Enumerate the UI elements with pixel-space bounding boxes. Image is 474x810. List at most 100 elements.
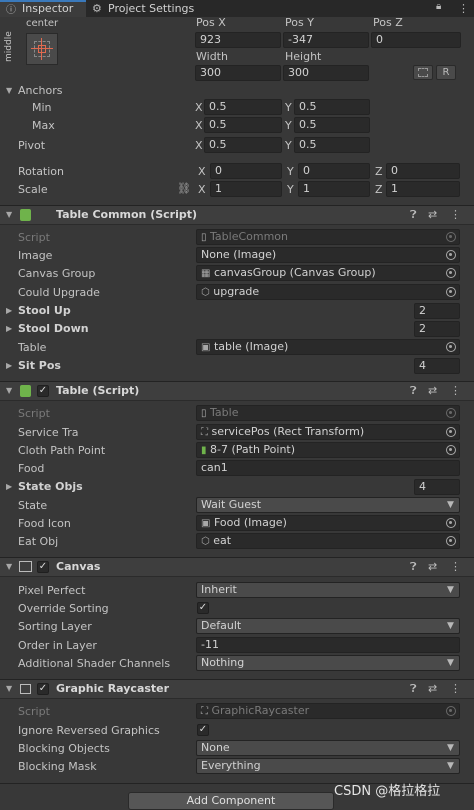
link-icon[interactable]: ⛓ xyxy=(177,182,191,195)
ts-state-value: Wait Guest xyxy=(201,498,262,511)
tc-canvas-group-field[interactable]: ▦ canvasGroup (Canvas Group) xyxy=(196,265,460,281)
tc-sit-pos-label[interactable]: Sit Pos xyxy=(18,359,61,373)
anchors-min-x-field[interactable]: 0.5 xyxy=(204,99,282,115)
posx-field[interactable]: 923 xyxy=(195,32,281,48)
canvas-enabled-checkbox[interactable]: ✓ xyxy=(37,561,49,573)
scale-z-field[interactable]: 1 xyxy=(386,181,460,197)
ts-script-value: Table xyxy=(210,406,239,419)
gr-blocking-objects-dropdown[interactable]: None ▼ xyxy=(196,740,460,756)
pivot-x-field[interactable]: 0.5 xyxy=(204,137,282,153)
preset-icon[interactable]: ⇄ xyxy=(428,680,437,698)
preset-icon[interactable]: ⇄ xyxy=(428,206,437,224)
ts-state-objs-label[interactable]: State Objs xyxy=(18,480,83,494)
object-picker-icon[interactable] xyxy=(446,408,456,418)
ts-script-field: ▯ Table xyxy=(196,405,460,421)
object-picker-icon[interactable] xyxy=(446,706,456,716)
ts-cloth-field[interactable]: ▮ 8-7 (Path Point) xyxy=(196,442,460,458)
state-objs-foldout-arrow[interactable]: ▶ xyxy=(6,480,12,494)
tab-inspector[interactable]: ⓘ Inspector xyxy=(0,0,86,17)
raw-edit-button[interactable]: R xyxy=(436,65,456,80)
object-picker-icon[interactable] xyxy=(446,445,456,455)
table-common-foldout-arrow[interactable]: ▼ xyxy=(6,208,12,222)
component-menu-icon[interactable]: ⋮ xyxy=(450,206,461,224)
tc-stool-down-size[interactable]: 2 xyxy=(414,321,460,337)
sit-pos-foldout-arrow[interactable]: ▶ xyxy=(6,359,12,373)
pivot-y-field[interactable]: 0.5 xyxy=(294,137,370,153)
object-picker-icon[interactable] xyxy=(446,287,456,297)
anchors-min-y-field[interactable]: 0.5 xyxy=(294,99,370,115)
raycaster-foldout-arrow[interactable]: ▼ xyxy=(6,682,12,696)
help-icon[interactable]: ❓︎ xyxy=(410,558,417,576)
more-menu-icon[interactable]: ⋮ xyxy=(458,0,469,17)
help-icon[interactable]: ❓︎ xyxy=(410,206,417,224)
object-picker-icon[interactable] xyxy=(446,232,456,242)
canvas-header[interactable]: ▼ ✓ Canvas ❓︎ ⇄ ⋮ xyxy=(0,557,474,577)
tc-table-field[interactable]: ▣ table (Image) xyxy=(196,339,460,355)
canvas-foldout-arrow[interactable]: ▼ xyxy=(6,560,12,574)
blueprint-mode-button[interactable] xyxy=(413,65,433,80)
preset-icon[interactable]: ⇄ xyxy=(428,558,437,576)
cv-sorting-layer-dropdown[interactable]: Default ▼ xyxy=(196,618,460,634)
anchor-preset-button[interactable] xyxy=(26,33,58,65)
scale-y-field[interactable]: 1 xyxy=(298,181,370,197)
posy-field[interactable]: -347 xyxy=(283,32,369,48)
cv-override-sorting-checkbox[interactable]: ✓ xyxy=(197,602,209,614)
scale-x-field[interactable]: 1 xyxy=(210,181,282,197)
stool-up-foldout-arrow[interactable]: ▶ xyxy=(6,304,12,318)
object-picker-icon[interactable] xyxy=(446,427,456,437)
tc-script-label: Script xyxy=(18,231,50,244)
raycaster-enabled-checkbox[interactable]: ✓ xyxy=(37,683,49,695)
object-picker-icon[interactable] xyxy=(446,250,456,260)
tab-project-settings[interactable]: ⚙ Project Settings xyxy=(92,0,202,17)
ts-food-icon-field[interactable]: ▣ Food (Image) xyxy=(196,515,460,531)
ts-service-field[interactable]: ⛶ servicePos (Rect Transform) xyxy=(196,424,460,440)
stool-down-foldout-arrow[interactable]: ▶ xyxy=(6,322,12,336)
object-picker-icon[interactable] xyxy=(446,536,456,546)
object-picker-icon[interactable] xyxy=(446,518,456,528)
rotation-x-field[interactable]: 0 xyxy=(210,163,282,179)
add-component-button[interactable]: Add Component xyxy=(128,792,334,810)
script-file-icon: ▯ xyxy=(201,408,207,419)
ts-state-objs-size[interactable]: 4 xyxy=(414,479,460,495)
tc-stool-up-label[interactable]: Stool Up xyxy=(18,304,71,318)
table-script-enabled-checkbox[interactable]: ✓ xyxy=(37,385,49,397)
anchors-max-x-field[interactable]: 0.5 xyxy=(204,117,282,133)
cv-order-field[interactable]: -11 xyxy=(196,637,460,653)
ts-eat-obj-field[interactable]: ⬡ eat xyxy=(196,533,460,549)
table-script-foldout-arrow[interactable]: ▼ xyxy=(6,384,12,398)
image-icon: ▣ xyxy=(201,342,211,353)
component-menu-icon[interactable]: ⋮ xyxy=(450,382,461,400)
help-icon[interactable]: ❓︎ xyxy=(410,680,417,698)
tc-image-field[interactable]: None (Image) xyxy=(196,247,460,263)
posz-field[interactable]: 0 xyxy=(371,32,461,48)
tc-could-upgrade-field[interactable]: ⬡ upgrade xyxy=(196,284,460,300)
gr-blocking-mask-dropdown[interactable]: Everything ▼ xyxy=(196,758,460,774)
tc-stool-up-size[interactable]: 2 xyxy=(414,303,460,319)
cv-shader-channels-dropdown[interactable]: Nothing ▼ xyxy=(196,655,460,671)
component-menu-icon[interactable]: ⋮ xyxy=(450,558,461,576)
table-script-header[interactable]: ▼ ✓ Table (Script) ❓︎ ⇄ ⋮ xyxy=(0,381,474,401)
preset-icon[interactable]: ⇄ xyxy=(428,382,437,400)
ts-food-field[interactable]: can1 xyxy=(196,460,460,476)
rotation-y-field[interactable]: 0 xyxy=(298,163,370,179)
gr-ignore-reversed-checkbox[interactable]: ✓ xyxy=(197,724,209,736)
tc-stool-down-label[interactable]: Stool Down xyxy=(18,322,89,336)
width-field[interactable]: 300 xyxy=(195,65,281,81)
cv-pixel-perfect-dropdown[interactable]: Inherit ▼ xyxy=(196,582,460,598)
tc-sit-pos-size[interactable]: 4 xyxy=(414,358,460,374)
height-field[interactable]: 300 xyxy=(283,65,369,81)
component-menu-icon[interactable]: ⋮ xyxy=(450,680,461,698)
lock-icon[interactable]: 🔒︎ xyxy=(436,1,441,12)
rotation-label: Rotation xyxy=(18,165,65,178)
anchors-label[interactable]: Anchors xyxy=(18,84,63,98)
raycaster-header[interactable]: ▼ ✓ Graphic Raycaster ❓︎ ⇄ ⋮ xyxy=(0,679,474,699)
table-common-header[interactable]: ▼ Table Common (Script) ❓︎ ⇄ ⋮ xyxy=(0,205,474,225)
anchors-max-y-field[interactable]: 0.5 xyxy=(294,117,370,133)
rotation-z-field[interactable]: 0 xyxy=(386,163,460,179)
help-icon[interactable]: ❓︎ xyxy=(410,382,417,400)
object-picker-icon[interactable] xyxy=(446,268,456,278)
ts-state-dropdown[interactable]: Wait Guest ▼ xyxy=(196,497,460,513)
object-picker-icon[interactable] xyxy=(446,342,456,352)
scale-label: Scale xyxy=(18,183,48,196)
anchors-foldout-arrow[interactable]: ▼ xyxy=(6,84,12,98)
